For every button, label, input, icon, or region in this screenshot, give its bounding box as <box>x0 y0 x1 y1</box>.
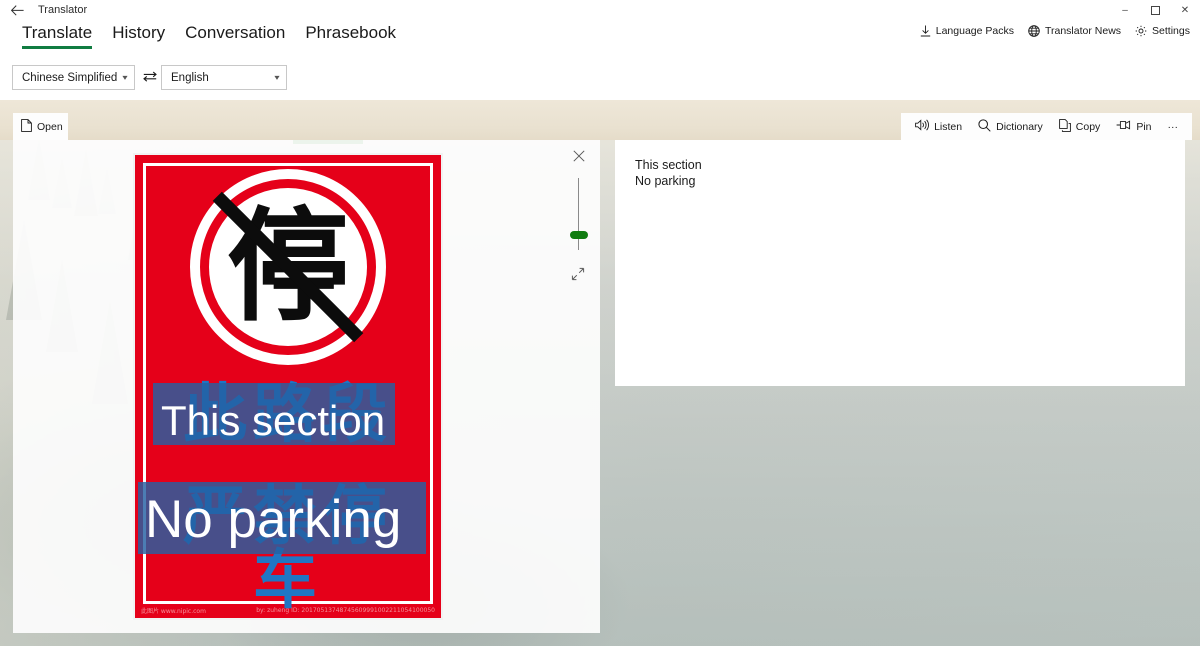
loaded-image[interactable]: 停 此路段 严禁停车 This section No parking 此图片 w… <box>133 153 443 620</box>
dictionary-label: Dictionary <box>996 120 1043 133</box>
zoom-slider-thumb[interactable] <box>570 231 588 239</box>
nav-tab-phrasebook[interactable]: Phrasebook <box>295 20 406 51</box>
minimize-button[interactable]: – <box>1110 0 1140 20</box>
close-button[interactable]: ✕ <box>1170 0 1200 20</box>
more-icon: ··· <box>1167 120 1179 133</box>
result-toolbar: Listen Dictionary Copy Pin ··· <box>901 113 1192 140</box>
image-preview-panel[interactable]: 停 此路段 严禁停车 This section No parking 此图片 w… <box>13 140 600 633</box>
more-options-button[interactable]: ··· <box>1160 113 1187 140</box>
open-image-label: Open <box>37 120 63 133</box>
language-packs-link[interactable]: Language Packs <box>920 25 1014 37</box>
target-language-value: English <box>171 71 209 84</box>
translator-news-label: Translator News <box>1044 25 1122 37</box>
translation-overlay-text-1: This section <box>161 397 386 444</box>
pin-button[interactable]: Pin <box>1108 113 1159 140</box>
chevron-down-icon: ▾ <box>274 73 280 82</box>
nav-tab-translate[interactable]: Translate <box>12 20 102 51</box>
no-parking-sign: 停 此路段 严禁停车 This section No parking 此图片 w… <box>133 153 443 620</box>
close-icon[interactable] <box>569 146 589 166</box>
document-icon <box>21 118 32 135</box>
window-controls: – ✕ <box>1110 0 1200 20</box>
pin-icon <box>1116 119 1131 134</box>
settings-label: Settings <box>1152 25 1190 37</box>
search-icon <box>978 118 991 135</box>
swap-arrows-icon <box>142 69 157 87</box>
app-title: Translator <box>38 4 88 16</box>
command-bar: Chinese Simplified ▾ English ▾ Translate… <box>0 57 1200 157</box>
nav-tab-history[interactable]: History <box>102 20 175 51</box>
globe-icon <box>1028 25 1040 37</box>
swap-languages-button[interactable] <box>141 65 158 90</box>
gear-icon <box>1135 25 1147 37</box>
source-language-select[interactable]: Chinese Simplified ▾ <box>12 65 135 90</box>
settings-link[interactable]: Settings <box>1135 25 1190 37</box>
translated-text: This section No parking <box>635 158 702 188</box>
translation-result-panel[interactable]: This section No parking <box>615 140 1185 386</box>
target-language-select[interactable]: English ▾ <box>161 65 287 90</box>
maximize-button[interactable] <box>1140 0 1170 20</box>
dictionary-button[interactable]: Dictionary <box>970 113 1051 140</box>
speaker-icon <box>915 119 929 134</box>
image-viewer-controls <box>563 140 595 290</box>
copy-button[interactable]: Copy <box>1051 113 1109 140</box>
title-bar: Translator – ✕ <box>0 0 1200 20</box>
nav-tab-conversation[interactable]: Conversation <box>175 20 295 51</box>
no-stopping-icon: 停 <box>190 169 386 365</box>
language-packs-label: Language Packs <box>935 25 1014 37</box>
watermark-right: by: zuheng ID: 2017051374874560999100221… <box>256 607 435 614</box>
nav-utility-links: Language Packs Translator News Settings <box>920 25 1190 37</box>
copy-icon <box>1058 118 1071 135</box>
image-watermark: 此图片 www.nipic.com by: zuheng ID: 2017051… <box>141 605 435 616</box>
source-language-value: Chinese Simplified <box>22 71 118 84</box>
translation-overlay-text-2: No parking <box>145 490 402 549</box>
expand-diagonal-icon[interactable] <box>568 264 588 284</box>
copy-label: Copy <box>1075 120 1101 133</box>
download-icon <box>920 25 931 37</box>
listen-button[interactable]: Listen <box>907 113 970 140</box>
nav-bar: Translate History Conversation Phraseboo… <box>0 20 1200 57</box>
watermark-left: 此图片 www.nipic.com <box>141 608 206 615</box>
chevron-down-icon: ▾ <box>122 73 128 82</box>
zoom-slider-track[interactable] <box>578 178 579 250</box>
pin-label: Pin <box>1136 120 1152 133</box>
back-arrow-icon[interactable] <box>0 0 34 20</box>
listen-label: Listen <box>934 120 963 133</box>
translator-news-link[interactable]: Translator News <box>1028 25 1121 37</box>
open-image-button[interactable]: Open <box>13 113 68 140</box>
nav-tabs: Translate History Conversation Phraseboo… <box>12 20 406 51</box>
